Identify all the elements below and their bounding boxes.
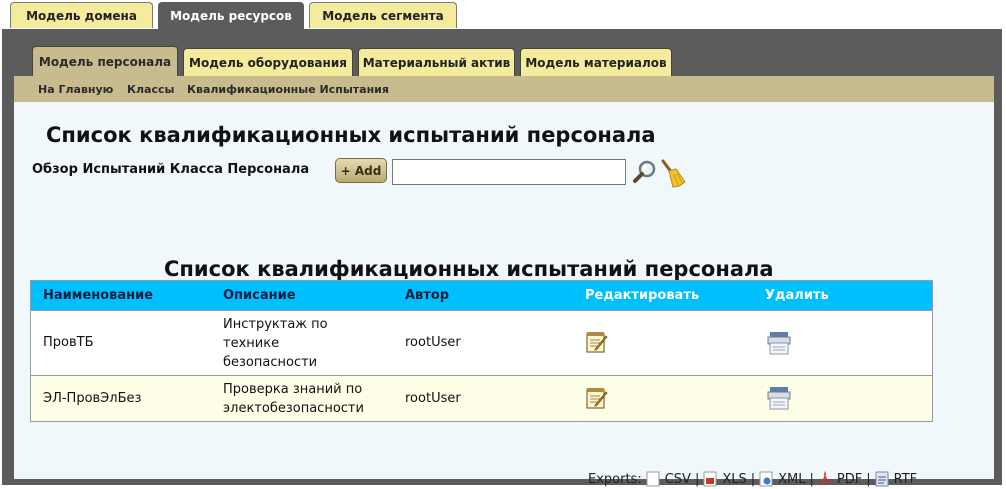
header-edit: Редактировать: [585, 288, 700, 303]
export-xls-label[interactable]: XLS: [722, 472, 746, 487]
export-xls[interactable]: XLS: [703, 471, 747, 487]
content-area: Список квалификационных испытаний персон…: [14, 102, 994, 487]
export-csv[interactable]: CSV: [646, 471, 691, 487]
export-separator: |: [809, 471, 814, 487]
table-title: Список квалификационных испытаний персон…: [164, 257, 774, 281]
edit-icon[interactable]: [585, 386, 609, 410]
exports-label: Exports:: [588, 471, 642, 487]
tab-material-asset[interactable]: Материальный актив: [358, 48, 515, 76]
page-title: Список квалификационных испытаний персон…: [46, 123, 656, 147]
export-csv-label[interactable]: CSV: [665, 472, 691, 487]
breadcrumb-home[interactable]: На Главную: [38, 83, 113, 96]
delete-icon[interactable]: [765, 384, 793, 412]
breadcrumb-classes[interactable]: Классы: [127, 83, 174, 96]
rtf-file-icon: [875, 471, 889, 487]
resource-panel: Модель персонала Модель оборудования Мат…: [2, 29, 1002, 487]
top-tab-bar: Модель домена Модель ресурсов Модель сег…: [0, 0, 1006, 29]
export-separator: |: [694, 471, 700, 487]
edit-icon[interactable]: [585, 330, 609, 354]
export-pdf[interactable]: PDF: [818, 471, 862, 487]
export-xml-label[interactable]: XML: [778, 472, 805, 487]
cell-author: rootUser: [405, 391, 461, 406]
export-separator: |: [750, 471, 756, 487]
breadcrumb: На Главную Классы Квалификационные Испыт…: [14, 76, 994, 102]
delete-icon[interactable]: [765, 329, 793, 357]
csv-file-icon: [646, 471, 660, 487]
export-pdf-label[interactable]: PDF: [837, 472, 862, 487]
xml-file-icon: [759, 471, 773, 487]
export-rtf-label[interactable]: RTF: [894, 472, 918, 487]
sub-tab-bar: Модель персонала Модель оборудования Мат…: [2, 29, 1002, 76]
description-line: Проверка знаний по: [223, 382, 363, 397]
breadcrumb-current: Квалификационные Испытания: [187, 83, 389, 96]
qualification-tests-table: Наименование Описание Автор Редактироват…: [30, 280, 933, 422]
export-xml[interactable]: XML: [759, 471, 806, 487]
filter-label: Обзор Испытаний Класса Персонала: [32, 162, 310, 177]
tab-segment-model[interactable]: Модель сегмента: [309, 2, 457, 28]
table-row: ЭЛ-ПровЭлБез Проверка знаний по электобе…: [31, 375, 932, 421]
export-separator: |: [866, 471, 871, 487]
description-line: Инструктаж по: [223, 317, 328, 332]
cell-author: rootUser: [405, 335, 461, 350]
pdf-file-icon: [819, 471, 831, 486]
tab-equipment-model[interactable]: Модель оборудования: [183, 48, 353, 76]
search-input[interactable]: [392, 159, 626, 185]
add-button[interactable]: + Add: [335, 158, 387, 183]
search-icon[interactable]: [632, 159, 658, 185]
cell-description: Проверка знаний по электобезопасности: [223, 380, 364, 418]
table-row: ПровТБ Инструктаж по технике безопасност…: [31, 310, 932, 375]
exports-bar: Exports: CSV | XLS | XML | PDF | RTF: [588, 471, 917, 487]
header-description[interactable]: Описание: [223, 288, 296, 303]
export-rtf[interactable]: RTF: [875, 471, 918, 487]
xls-file-icon: [703, 471, 717, 487]
tab-domain-model[interactable]: Модель домена: [10, 2, 153, 28]
description-line: электобезопасности: [223, 401, 364, 416]
table-header: Наименование Описание Автор Редактироват…: [31, 281, 932, 310]
header-name[interactable]: Наименование: [43, 288, 153, 303]
tab-personnel-model[interactable]: Модель персонала: [32, 46, 178, 76]
tab-resource-model[interactable]: Модель ресурсов: [158, 2, 304, 29]
description-line: технике: [223, 336, 280, 351]
cell-name: ПровТБ: [43, 335, 94, 350]
header-author[interactable]: Автор: [405, 288, 449, 303]
header-delete: Удалить: [765, 288, 829, 303]
tab-materials-model[interactable]: Модель материалов: [520, 48, 672, 76]
cell-name: ЭЛ-ПровЭлБез: [43, 391, 142, 406]
broom-icon[interactable]: [657, 158, 687, 188]
description-line: безопасности: [223, 355, 318, 370]
cell-description: Инструктаж по технике безопасности: [223, 315, 328, 372]
